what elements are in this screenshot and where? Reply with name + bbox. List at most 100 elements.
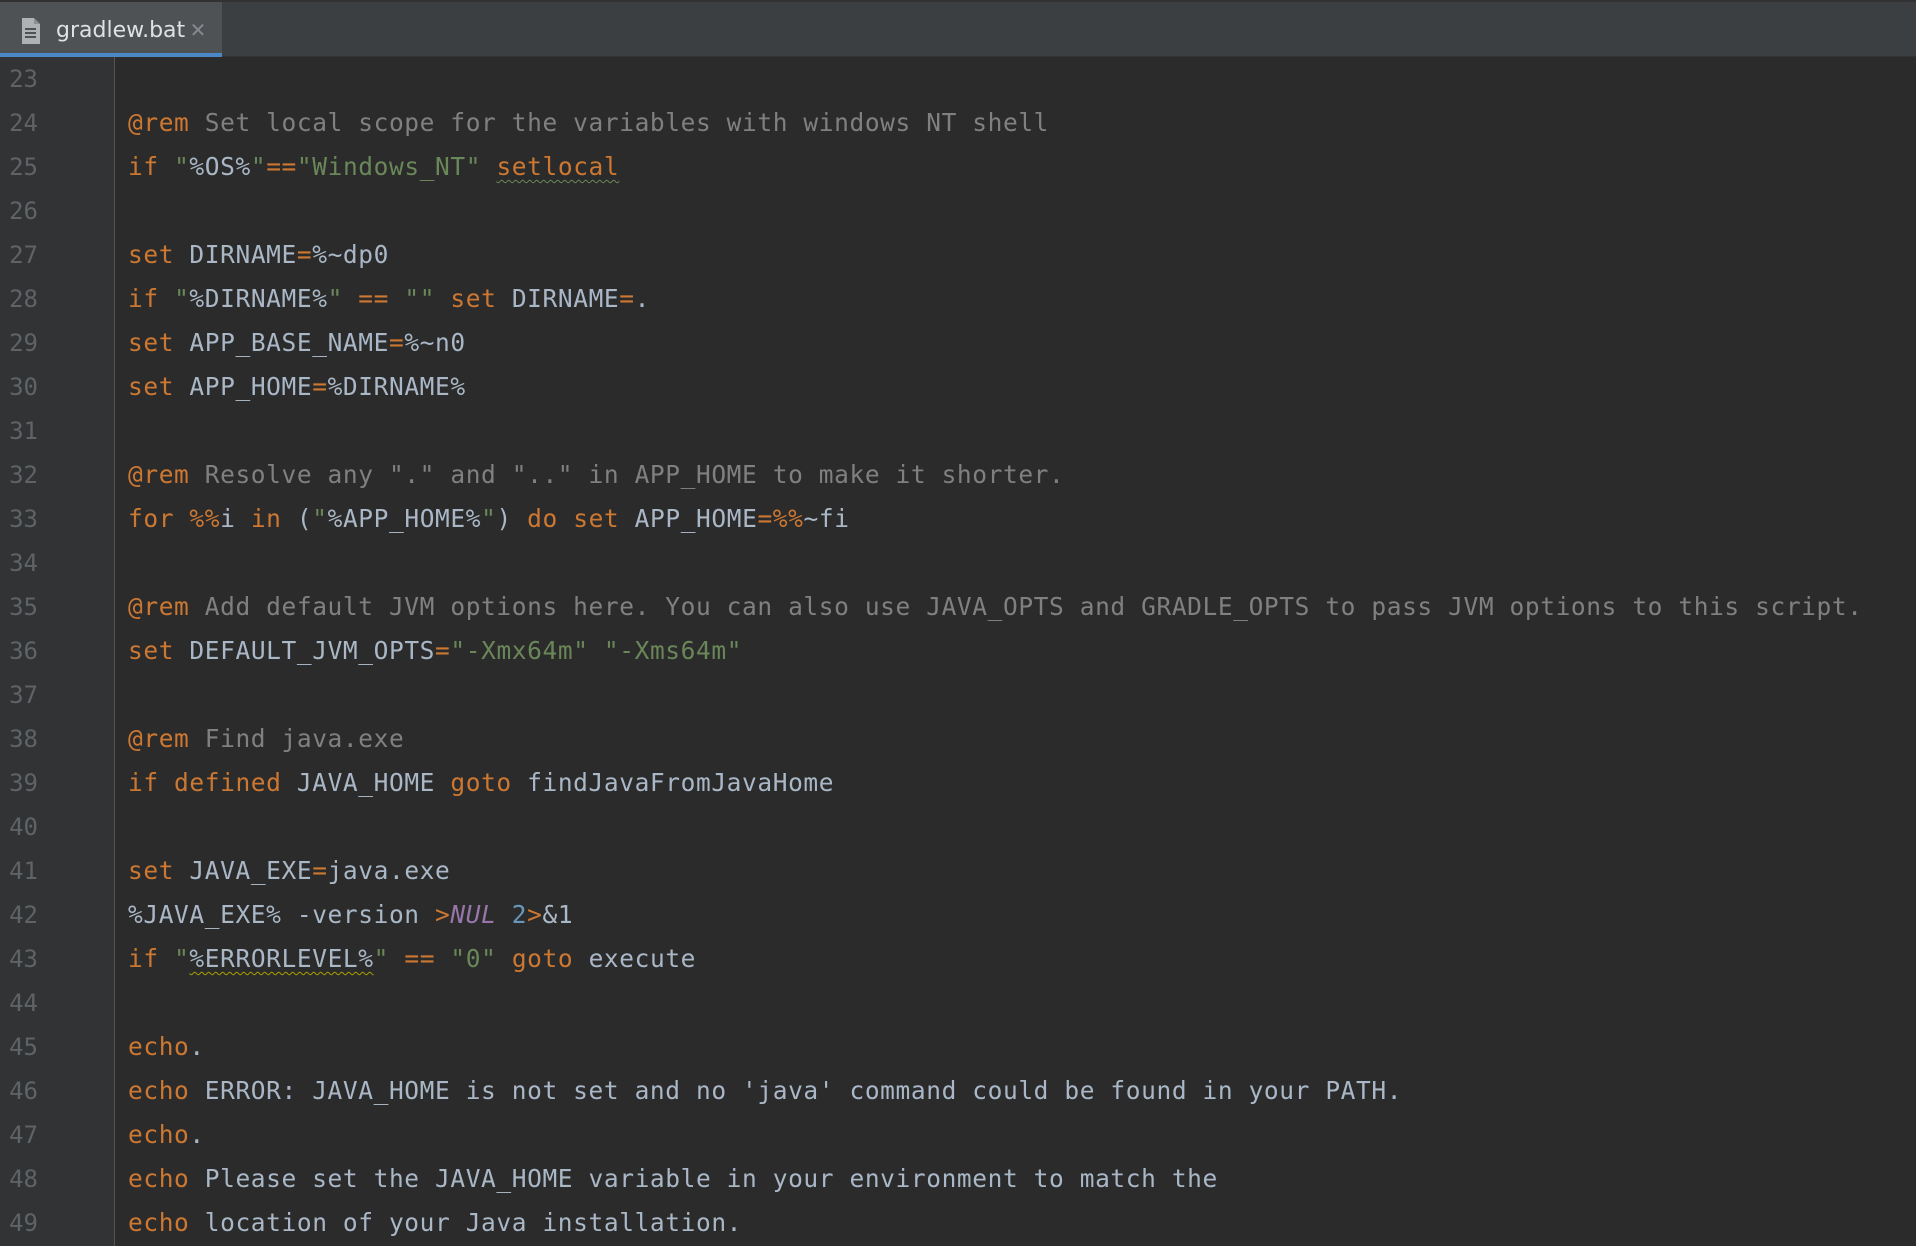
line-number: 31 [9, 417, 38, 445]
code-token: %% [189, 504, 221, 533]
line-number: 24 [9, 109, 38, 137]
code-line[interactable]: 27 set DIRNAME=%~dp0 [0, 233, 1916, 277]
code-line[interactable]: 36 set DEFAULT_JVM_OPTS="-Xmx64m" "-Xms64… [0, 629, 1916, 673]
code-token: %JAVA_EXE% -version [128, 900, 436, 929]
code-line[interactable]: 47 echo. [0, 1113, 1916, 1157]
code-token: Set local scope for the variables with w… [189, 108, 1050, 137]
code-line[interactable]: 30 set APP_HOME=%DIRNAME% [0, 365, 1916, 409]
line-number: 30 [9, 373, 38, 401]
code-token: echo [128, 1032, 190, 1061]
code-token: in [250, 504, 282, 533]
code-token: " [481, 504, 497, 533]
code-line[interactable]: 34 [0, 541, 1916, 585]
code-token: %ERRORLEVEL% [189, 944, 374, 973]
code-line[interactable]: 40 [0, 805, 1916, 849]
code-text: @rem Resolve any "." and ".." in APP_HOM… [128, 453, 1064, 497]
line-number: 38 [9, 725, 38, 753]
code-lines: 23 24 @rem Set local scope for the variabl… [0, 57, 1916, 1245]
code-line[interactable]: 43 if "%ERRORLEVEL%" == "0" goto execute [0, 937, 1916, 981]
code-token: DEFAULT_JVM_OPTS [174, 636, 436, 665]
code-token: for [128, 504, 175, 533]
line-number: 40 [9, 813, 38, 841]
line-number: 41 [9, 857, 38, 885]
tab-gradlew-bat[interactable]: gradlew.bat ✕ [0, 2, 222, 58]
code-token: JAVA_EXE [174, 856, 313, 885]
code-token: java.exe [327, 856, 451, 885]
line-number: 37 [9, 681, 38, 709]
code-text: echo ERROR: JAVA_HOME is not set and no … [128, 1069, 1402, 1113]
code-line[interactable]: 35 @rem Add default JVM options here. You… [0, 585, 1916, 629]
close-icon[interactable]: ✕ [188, 20, 208, 40]
code-token: " [327, 284, 343, 313]
line-number: 27 [9, 241, 38, 269]
line-number: 42 [9, 901, 38, 929]
code-token: = [312, 856, 328, 885]
code-line[interactable]: 37 [0, 673, 1916, 717]
code-text: echo location of your Java installation. [128, 1201, 742, 1245]
code-line[interactable]: 32 @rem Resolve any "." and ".." in APP_H… [0, 453, 1916, 497]
code-line[interactable]: 29 set APP_BASE_NAME=%~n0 [0, 321, 1916, 365]
code-token: . [189, 1032, 205, 1061]
code-token: if defined [128, 768, 282, 797]
line-number: 43 [9, 945, 38, 973]
code-token: NUL [450, 900, 497, 929]
code-line[interactable]: 49 echo location of your Java installatio… [0, 1201, 1916, 1245]
code-line[interactable]: 45 echo. [0, 1025, 1916, 1069]
code-line[interactable]: 44 [0, 981, 1916, 1025]
code-text: set APP_HOME=%DIRNAME% [128, 365, 466, 409]
code-token: %~dp0 [312, 240, 389, 269]
code-token: " [174, 284, 190, 313]
tab-label: gradlew.bat [56, 18, 186, 43]
code-token: do [527, 504, 558, 533]
code-text: @rem Set local scope for the variables w… [128, 101, 1049, 145]
code-token: "0" [450, 944, 497, 973]
code-line[interactable]: 26 [0, 189, 1916, 233]
line-number: 39 [9, 769, 38, 797]
code-line[interactable]: 24 @rem Set local scope for the variables… [0, 101, 1916, 145]
code-text: @rem Find java.exe [128, 717, 404, 761]
code-text: if "%ERRORLEVEL%" == "0" goto execute [128, 937, 696, 981]
code-token: if [128, 944, 159, 973]
code-line[interactable]: 41 set JAVA_EXE=java.exe [0, 849, 1916, 893]
code-token: set [128, 328, 175, 357]
code-line[interactable]: 46 echo ERROR: JAVA_HOME is not set and n… [0, 1069, 1916, 1113]
code-line[interactable]: 48 echo Please set the JAVA_HOME variable… [0, 1157, 1916, 1201]
line-number: 34 [9, 549, 38, 577]
code-text: if "%OS%"=="Windows_NT" setlocal [128, 145, 619, 189]
code-token: echo [128, 1120, 190, 1149]
line-number: 49 [9, 1209, 38, 1237]
code-line[interactable]: 38 @rem Find java.exe [0, 717, 1916, 761]
code-line[interactable]: 31 [0, 409, 1916, 453]
code-token: APP_HOME [174, 372, 313, 401]
code-line[interactable]: 39 if defined JAVA_HOME goto findJavaFrom… [0, 761, 1916, 805]
code-line[interactable]: 23 [0, 57, 1916, 101]
line-number: 36 [9, 637, 38, 665]
code-token: location of your Java installation. [189, 1208, 743, 1237]
code-token: goto [450, 768, 512, 797]
code-text: @rem Add default JVM options here. You c… [128, 585, 1863, 629]
code-token: &1 [542, 900, 574, 929]
code-token: %DIRNAME% [189, 284, 328, 313]
code-editor[interactable]: 23 24 @rem Set local scope for the variabl… [0, 57, 1916, 1246]
code-text: set JAVA_EXE=java.exe [128, 849, 450, 893]
code-token: > [527, 900, 543, 929]
code-line[interactable]: 42 %JAVA_EXE% -version >NUL 2>&1 [0, 893, 1916, 937]
line-number: 46 [9, 1077, 38, 1105]
code-line[interactable]: 25 if "%OS%"=="Windows_NT" setlocal [0, 145, 1916, 189]
code-token: == [404, 944, 436, 973]
code-line[interactable]: 33 for %%i in ("%APP_HOME%") do set APP_H… [0, 497, 1916, 541]
code-token: "" [404, 284, 436, 313]
code-token: @rem [128, 724, 190, 753]
line-number: 29 [9, 329, 38, 357]
code-line[interactable]: 28 if "%DIRNAME%" == "" set DIRNAME=. [0, 277, 1916, 321]
code-token: i [220, 504, 251, 533]
line-number: 28 [9, 285, 38, 313]
